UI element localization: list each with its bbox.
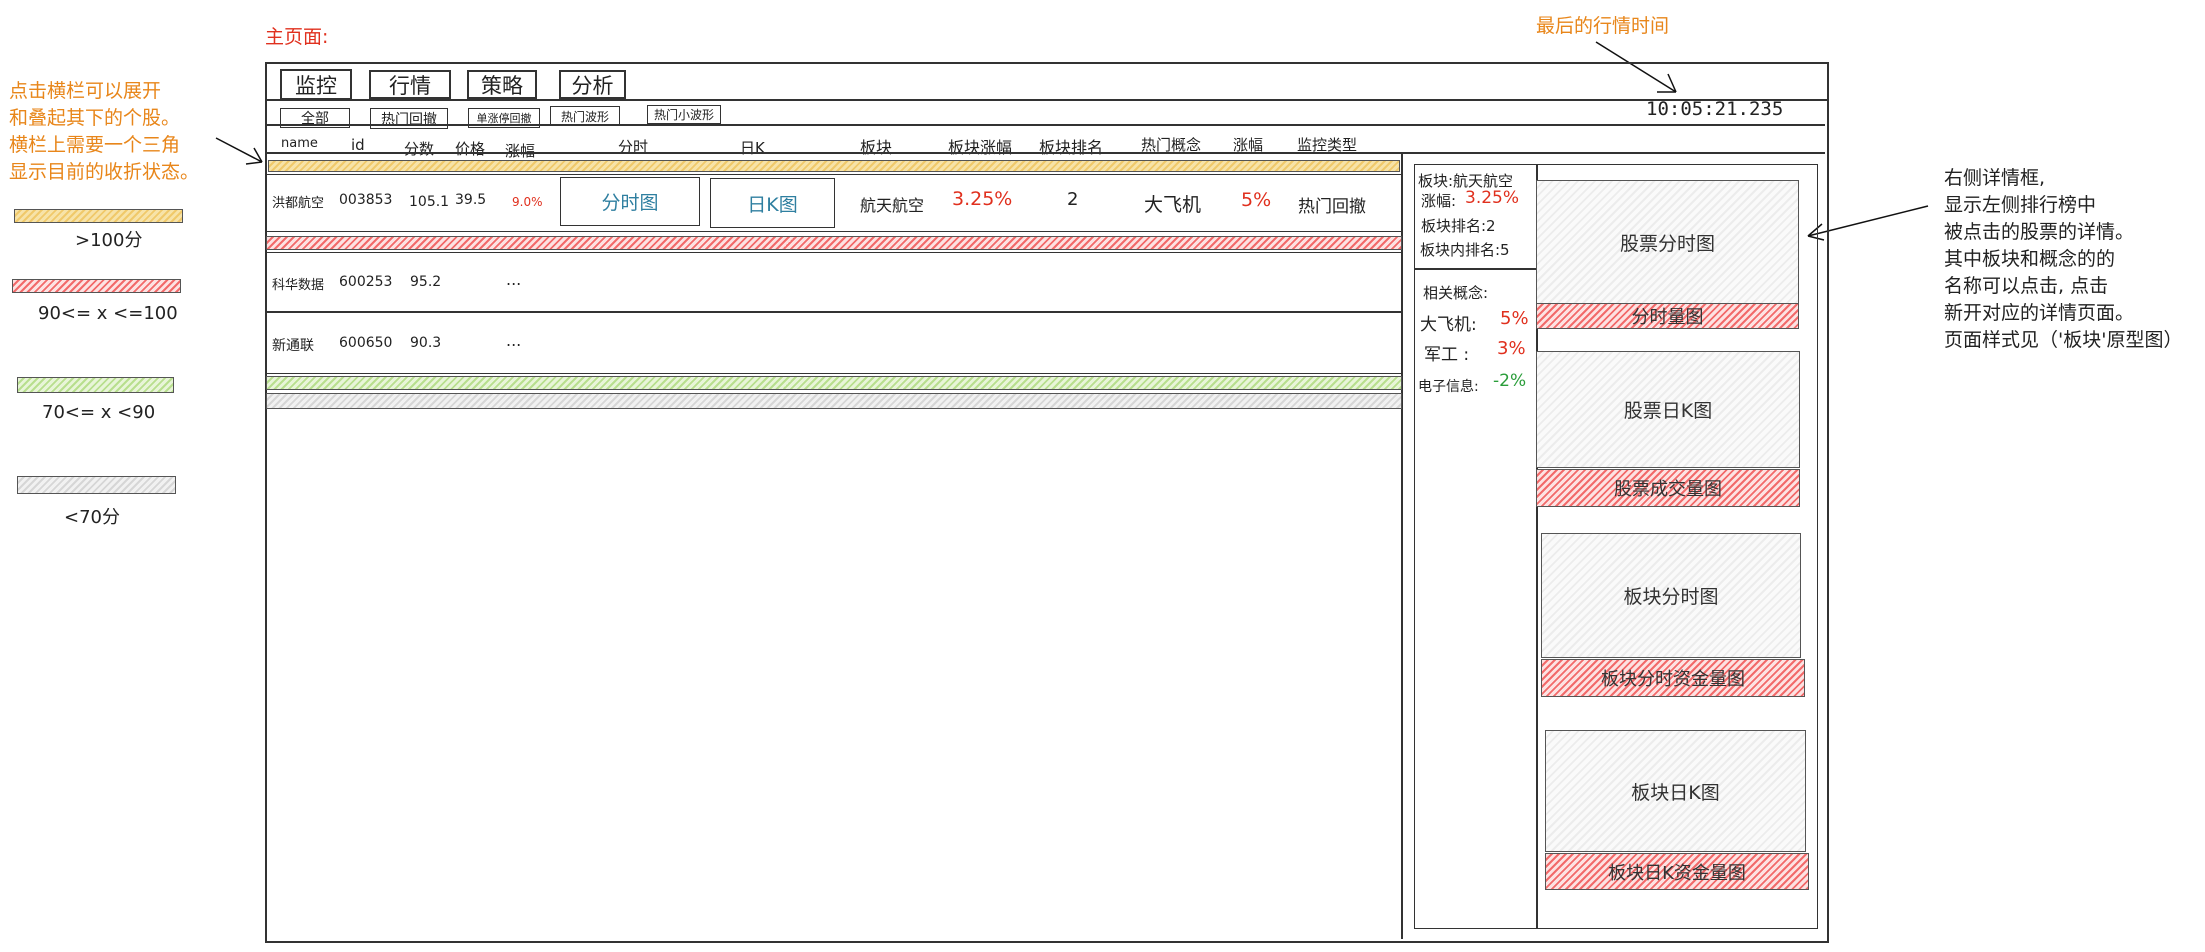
sector-daily-k-chart: 板块日K图: [1545, 730, 1806, 852]
detail-in-sector-rank: 板块内排名:5: [1420, 241, 1510, 259]
intraday-chart-button[interactable]: 分时图: [560, 177, 700, 226]
row-monitor-type: 热门回撤: [1298, 197, 1366, 217]
concept-change: 3%: [1497, 338, 1526, 359]
row-score: 95.2: [410, 274, 442, 290]
row-name: 科华数据: [272, 278, 325, 293]
concept-change: 5%: [1500, 308, 1529, 329]
filter-hot-small-wave[interactable]: 热门小波形: [647, 105, 721, 124]
stock-volume-chart: 股票成交量图: [1536, 469, 1800, 507]
row-more: ...: [506, 270, 522, 289]
column-header-daily-k: 日K: [740, 139, 765, 157]
row-name: 洪都航空: [272, 196, 325, 211]
sector-daily-k-fund-chart: 板块日K资金量图: [1545, 853, 1809, 890]
tab-market[interactable]: 行情: [369, 70, 451, 99]
header-divider: [265, 152, 1825, 154]
filter-hot-wave[interactable]: 热门波形: [550, 106, 620, 126]
column-header-name: name: [281, 136, 318, 151]
group-bar-above-100[interactable]: [268, 160, 1400, 172]
row-more: ...: [506, 331, 522, 350]
detail-sector-rank: 板块排名:2: [1421, 217, 1496, 235]
group-bar-70-90[interactable]: [266, 376, 1402, 390]
row-id: 003853: [339, 192, 393, 208]
daily-k-chart-button[interactable]: 日K图: [710, 178, 835, 228]
stock-daily-k-chart: 股票日K图: [1536, 351, 1800, 468]
filterbar-divider: [265, 124, 1825, 126]
row-sector-change: 3.25%: [952, 188, 1013, 210]
row-concept-change: 5%: [1241, 189, 1272, 211]
market-time: 10:05:21.235: [1646, 98, 1784, 120]
stock-intraday-chart: 股票分时图: [1536, 180, 1799, 304]
group-bar-below-70[interactable]: [266, 393, 1402, 409]
column-header-score: 分数: [404, 140, 435, 158]
row-concept[interactable]: 大飞机: [1144, 190, 1201, 217]
row-score: 90.3: [410, 335, 442, 351]
sector-intraday-fund-chart: 板块分时资金量图: [1541, 659, 1805, 697]
row-price: 39.5: [455, 192, 487, 208]
column-header-price: 价格: [455, 140, 486, 158]
row-name: 新通联: [272, 338, 314, 354]
detail-change-value: 3.25%: [1465, 188, 1520, 208]
collapse-arrow-head: [245, 147, 263, 165]
concept-change: -2%: [1493, 371, 1527, 391]
row-change: 9.0%: [512, 195, 543, 209]
intraday-volume-chart: 分时量图: [1536, 303, 1799, 329]
column-header-sector: 板块: [860, 138, 893, 157]
detail-change-label: 涨幅:: [1421, 192, 1457, 210]
concept-name[interactable]: 大飞机:: [1420, 310, 1477, 335]
row-id: 600650: [339, 335, 393, 351]
row-sector-rank: 2: [1067, 189, 1079, 210]
related-concepts-label: 相关概念:: [1423, 284, 1489, 302]
tabbar-divider: [265, 99, 1829, 101]
column-header-sector-change: 板块涨幅: [948, 138, 1013, 157]
concept-name[interactable]: 军工 :: [1424, 340, 1469, 365]
row-score: 105.1: [409, 194, 450, 210]
tab-strategy[interactable]: 策略: [467, 70, 537, 99]
tab-analysis[interactable]: 分析: [559, 70, 626, 99]
group-bar-90-100[interactable]: [266, 236, 1402, 250]
detail-info-divider: [1414, 268, 1536, 270]
tab-monitor[interactable]: 监控: [280, 69, 352, 100]
row-sector[interactable]: 航天航空: [860, 192, 924, 216]
column-header-sector-rank: 板块排名: [1039, 138, 1104, 157]
column-header-change: 涨幅: [505, 142, 536, 160]
sector-intraday-chart: 板块分时图: [1541, 533, 1801, 658]
row-id: 600253: [339, 274, 393, 290]
concept-name[interactable]: 电子信息:: [1418, 376, 1479, 396]
